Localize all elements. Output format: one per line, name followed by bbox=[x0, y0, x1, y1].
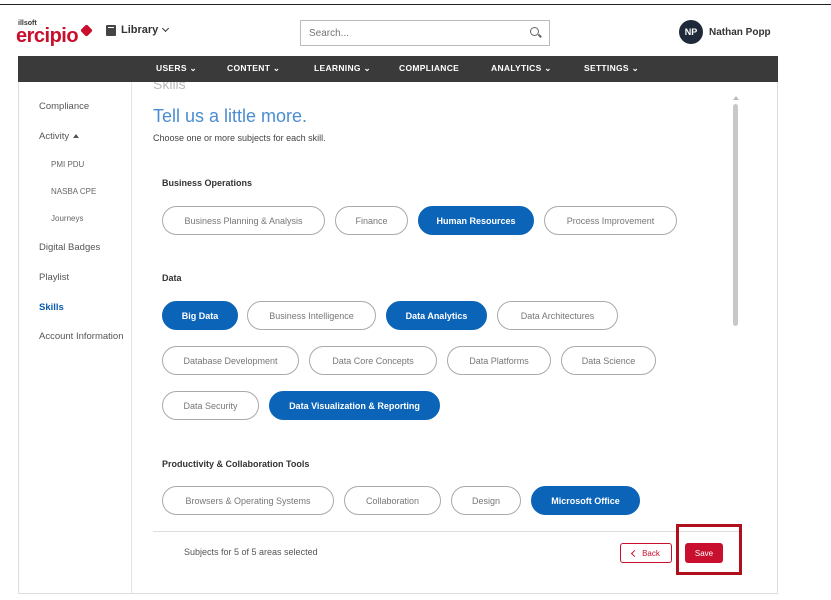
library-menu[interactable]: Library bbox=[106, 24, 170, 36]
avatar: NP bbox=[679, 20, 703, 44]
frame-border-bottom bbox=[18, 593, 778, 594]
main-nav: USERS ⌄ CONTENT ⌄ LEARNING ⌄ COMPLIANCE … bbox=[18, 56, 778, 82]
skills-panel: Skills Tell us a little more. Choose one… bbox=[133, 82, 777, 593]
skill-option-big-data[interactable]: Big Data bbox=[162, 301, 238, 330]
skill-option-data-visualization-reporting[interactable]: Data Visualization & Reporting bbox=[269, 391, 440, 420]
nav-item-analytics[interactable]: ANALYTICS ⌄ bbox=[491, 63, 552, 74]
nav-item-content[interactable]: CONTENT ⌄ bbox=[227, 63, 280, 74]
skill-option-data-security[interactable]: Data Security bbox=[162, 391, 259, 420]
skill-option-business-intelligence[interactable]: Business Intelligence bbox=[247, 301, 376, 330]
group-title-data: Data bbox=[162, 273, 182, 283]
brand-name: ercipio bbox=[16, 25, 79, 47]
sidebar-item-pmi-pdu[interactable]: PMI PDU bbox=[51, 160, 84, 169]
footer-divider bbox=[153, 531, 741, 532]
back-button[interactable]: Back bbox=[620, 543, 672, 563]
app-header: illsoft ercipio Library NP Nathan Popp bbox=[0, 8, 831, 56]
search-box bbox=[300, 20, 550, 46]
skill-option-browsers-operating-systems[interactable]: Browsers & Operating Systems bbox=[162, 486, 334, 515]
user-menu[interactable]: NP Nathan Popp bbox=[679, 20, 771, 44]
skill-option-design[interactable]: Design bbox=[451, 486, 521, 515]
skill-option-database-development[interactable]: Database Development bbox=[162, 346, 299, 375]
brand-mark-icon bbox=[80, 24, 93, 37]
scroll-up-arrow-icon[interactable] bbox=[733, 96, 739, 100]
library-label: Library bbox=[121, 24, 159, 36]
chevron-up-icon bbox=[73, 134, 80, 138]
sidebar-item-nasba-cpe[interactable]: NASBA CPE bbox=[51, 187, 96, 196]
skill-option-data-platforms[interactable]: Data Platforms bbox=[447, 346, 551, 375]
page-subtitle: Choose one or more subjects for each ski… bbox=[153, 133, 326, 143]
sidebar-item-journeys[interactable]: Journeys bbox=[51, 214, 83, 223]
section-title: Skills bbox=[153, 82, 186, 92]
nav-item-settings[interactable]: SETTINGS ⌄ bbox=[584, 63, 639, 74]
chevron-down-icon bbox=[162, 24, 170, 33]
back-button-label: Back bbox=[642, 548, 660, 558]
sidebar-item-digital-badges[interactable]: Digital Badges bbox=[39, 242, 100, 253]
scrollbar-thumb[interactable] bbox=[733, 104, 738, 326]
sidebar-item-playlist[interactable]: Playlist bbox=[39, 272, 69, 283]
group-title-productivity-collaboration: Productivity & Collaboration Tools bbox=[162, 459, 310, 469]
chevron-left-icon bbox=[631, 549, 639, 557]
brand-logo[interactable]: illsoft ercipio bbox=[12, 20, 93, 48]
nav-item-compliance[interactable]: COMPLIANCE bbox=[399, 63, 459, 73]
skill-option-collaboration[interactable]: Collaboration bbox=[344, 486, 441, 515]
skill-option-process-improvement[interactable]: Process Improvement bbox=[544, 206, 677, 235]
sidebar: Compliance Activity PMI PDU NASBA CPE Jo… bbox=[19, 82, 132, 593]
top-border bbox=[0, 4, 831, 5]
sidebar-item-account-information[interactable]: Account Information bbox=[39, 331, 124, 342]
skill-option-data-core-concepts[interactable]: Data Core Concepts bbox=[309, 346, 437, 375]
skill-option-human-resources[interactable]: Human Resources bbox=[418, 206, 534, 235]
frame-border-right bbox=[777, 82, 778, 594]
skill-option-microsoft-office[interactable]: Microsoft Office bbox=[531, 486, 640, 515]
page-title: Tell us a little more. bbox=[153, 106, 308, 126]
skill-option-data-architectures[interactable]: Data Architectures bbox=[497, 301, 618, 330]
search-icon[interactable] bbox=[530, 27, 539, 36]
skill-option-data-science[interactable]: Data Science bbox=[561, 346, 656, 375]
skill-option-finance[interactable]: Finance bbox=[335, 206, 408, 235]
save-highlight-box bbox=[676, 524, 742, 575]
skill-option-business-planning[interactable]: Business Planning & Analysis bbox=[162, 206, 325, 235]
sidebar-item-skills[interactable]: Skills bbox=[39, 302, 64, 313]
user-name: Nathan Popp bbox=[709, 26, 771, 38]
sidebar-item-compliance[interactable]: Compliance bbox=[39, 101, 89, 112]
nav-item-learning[interactable]: LEARNING ⌄ bbox=[314, 63, 371, 74]
skill-option-data-analytics[interactable]: Data Analytics bbox=[386, 301, 487, 330]
group-title-business-operations: Business Operations bbox=[162, 178, 253, 188]
search-input[interactable] bbox=[301, 21, 511, 45]
library-book-icon bbox=[106, 24, 116, 36]
nav-item-users[interactable]: USERS ⌄ bbox=[156, 63, 197, 74]
selection-status: Subjects for 5 of 5 areas selected bbox=[184, 547, 318, 557]
sidebar-item-activity[interactable]: Activity bbox=[39, 131, 80, 142]
